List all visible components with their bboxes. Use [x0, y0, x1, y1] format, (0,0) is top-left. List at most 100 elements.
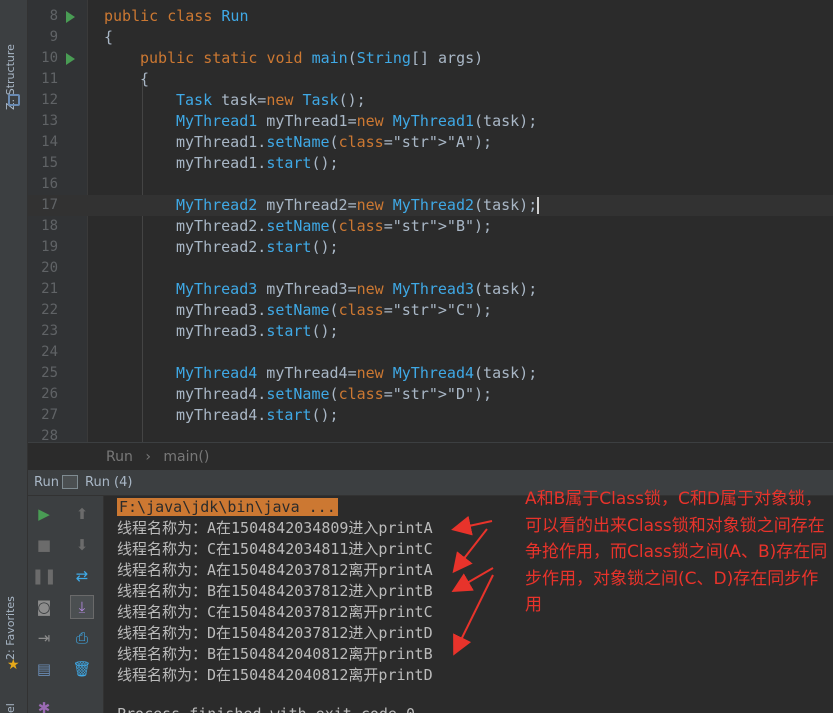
code-text: MyThread4 myThread4=new MyThread4(task); [176, 364, 538, 382]
line-number: 14 [41, 134, 58, 150]
run-gutter-icon[interactable] [66, 53, 75, 65]
code-line[interactable]: 21 MyThread3 myThread3=new MyThread3(task… [28, 279, 833, 300]
code-line[interactable]: 12 Task task=new Task(); [28, 90, 833, 111]
line-number: 12 [41, 92, 58, 108]
breadcrumb-separator: › [145, 449, 151, 465]
line-number: 24 [41, 344, 58, 360]
line-number: 25 [41, 365, 58, 381]
code-line[interactable]: 17 MyThread2 myThread2=new MyThread2(task… [28, 195, 833, 216]
line-number: 18 [41, 218, 58, 234]
code-editor[interactable]: 8 public class Run 9{10 public static void … [28, 0, 833, 442]
code-text: { [140, 70, 150, 88]
pause-icon[interactable]: ❚❚ [31, 564, 56, 588]
line-number: 22 [41, 302, 58, 318]
code-line[interactable]: 20 [28, 258, 833, 279]
annotation-note: A和B属于Class锁，C和D属于对象锁，可以看的出来Class锁和对象锁之间存… [525, 489, 828, 615]
breadcrumb-main[interactable]: main() [163, 449, 209, 465]
scroll-to-end-icon[interactable]: ⤓ [70, 595, 94, 619]
console-line: 线程名称为：B在1504842037812进入printB [117, 582, 433, 600]
code-line[interactable]: 24 [28, 342, 833, 363]
code-line[interactable]: 9{ [28, 27, 833, 48]
console-line: 线程名称为：C在1504842037812离开printC [117, 603, 433, 621]
bottom-tab[interactable]: el [4, 680, 17, 713]
code-text: Task task=new Task(); [176, 91, 366, 109]
code-line[interactable]: 22 myThread3.setName(class="str">"C"); [28, 300, 833, 321]
stop-icon[interactable]: ■ [32, 533, 56, 557]
console-line: 线程名称为：A在1504842037812离开printA [117, 561, 433, 579]
camera-icon[interactable]: ◙ [32, 595, 56, 619]
code-text: public class Run [104, 7, 249, 25]
code-line[interactable]: 28 [28, 426, 833, 442]
console-line: 线程名称为：D在1504842040812离开printD [117, 666, 433, 684]
line-number: 27 [41, 407, 58, 423]
line-number: 19 [41, 239, 58, 255]
console-footer: Process finished with exit code 0 [117, 704, 415, 713]
star-icon: ★ [7, 657, 20, 673]
code-text: MyThread1 myThread1=new MyThread1(task); [176, 112, 538, 130]
print-icon[interactable]: ⎙ [70, 626, 94, 650]
code-line[interactable]: 13 MyThread1 myThread1=new MyThread1(task… [28, 111, 833, 132]
code-line[interactable]: 11 { [28, 69, 833, 90]
run-toolbar-primary: ▶ ■ ❚❚ ◙ ⇥ ▤ ✱ [28, 496, 60, 713]
code-line[interactable]: 8 public class Run [28, 6, 833, 27]
code-text: public static void main(String[] args) [140, 49, 484, 67]
up-arrow-icon[interactable]: ⬆ [70, 502, 94, 526]
code-text: MyThread2 myThread2=new MyThread2(task); [176, 196, 540, 214]
code-text: myThread1.setName(class="str">"A"); [176, 133, 493, 151]
console-line: 线程名称为：A在1504842034809进入printA [117, 519, 433, 537]
soft-wrap-icon[interactable]: ⇄ [70, 564, 94, 588]
line-number: 16 [41, 176, 58, 192]
code-text: myThread4.start(); [176, 406, 339, 424]
run-gutter-icon[interactable] [66, 11, 75, 23]
line-number: 23 [41, 323, 58, 339]
code-line[interactable]: 16 [28, 174, 833, 195]
line-number: 20 [41, 260, 58, 276]
code-line[interactable]: 19 myThread2.start(); [28, 237, 833, 258]
line-number: 8 [49, 8, 58, 24]
console-line: 线程名称为：D在1504842037812进入printD [117, 624, 433, 642]
code-line[interactable]: 26 myThread4.setName(class="str">"D"); [28, 384, 833, 405]
code-line[interactable]: 14 myThread1.setName(class="str">"A"); [28, 132, 833, 153]
line-number: 21 [41, 281, 58, 297]
line-number: 17 [41, 197, 58, 213]
layout-icon[interactable]: ▤ [32, 657, 56, 681]
code-line[interactable]: 15 myThread1.start(); [28, 153, 833, 174]
code-text: myThread4.setName(class="str">"D"); [176, 385, 493, 403]
code-text: myThread2.start(); [176, 238, 339, 256]
console-tab-icon [62, 475, 78, 489]
line-number: 15 [41, 155, 58, 171]
code-line[interactable]: 27 myThread4.start(); [28, 405, 833, 426]
breadcrumb: Run › main() [28, 442, 833, 470]
code-line[interactable]: 18 myThread2.setName(class="str">"B"); [28, 216, 833, 237]
code-text: myThread2.setName(class="str">"B"); [176, 217, 493, 235]
code-line[interactable]: 23 myThread3.start(); [28, 321, 833, 342]
favorites-tab[interactable]: 2: Favorites [4, 580, 17, 660]
code-text: myThread3.start(); [176, 322, 339, 340]
line-number: 28 [41, 428, 58, 442]
line-number: 11 [41, 71, 58, 87]
console-line: 线程名称为：C在1504842034811进入printC [117, 540, 433, 558]
code-text: MyThread3 myThread3=new MyThread3(task); [176, 280, 538, 298]
code-text: myThread1.start(); [176, 154, 339, 172]
breadcrumb-run[interactable]: Run [106, 449, 133, 465]
code-line[interactable]: 10 public static void main(String[] args) [28, 48, 833, 69]
code-line[interactable]: 25 MyThread4 myThread4=new MyThread4(task… [28, 363, 833, 384]
run-tab[interactable]: Run (4) [85, 470, 132, 496]
left-tool-strip: Z: Structure 2: Favorites ★ el [0, 0, 28, 713]
structure-icon [8, 94, 20, 106]
trash-icon[interactable]: 🗑 [70, 657, 94, 681]
run-panel-label: Run [34, 475, 59, 490]
line-number: 10 [41, 50, 58, 66]
line-number: 9 [49, 29, 58, 45]
line-number: 13 [41, 113, 58, 129]
console-line: 线程名称为：B在1504842040812离开printB [117, 645, 433, 663]
line-number: 26 [41, 386, 58, 402]
rerun-icon[interactable]: ▶ [32, 502, 56, 526]
console-command: F:\java\jdk\bin\java ... [117, 498, 338, 516]
code-text: { [104, 28, 114, 46]
exit-icon[interactable]: ⇥ [32, 626, 56, 650]
debug-icon[interactable]: ✱ [32, 696, 56, 713]
code-text: myThread3.setName(class="str">"C"); [176, 301, 493, 319]
down-arrow-icon[interactable]: ⬇ [70, 533, 94, 557]
run-toolbar-secondary: ⬆ ⬇ ⇄ ⤓ ⎙ 🗑 [60, 496, 104, 713]
